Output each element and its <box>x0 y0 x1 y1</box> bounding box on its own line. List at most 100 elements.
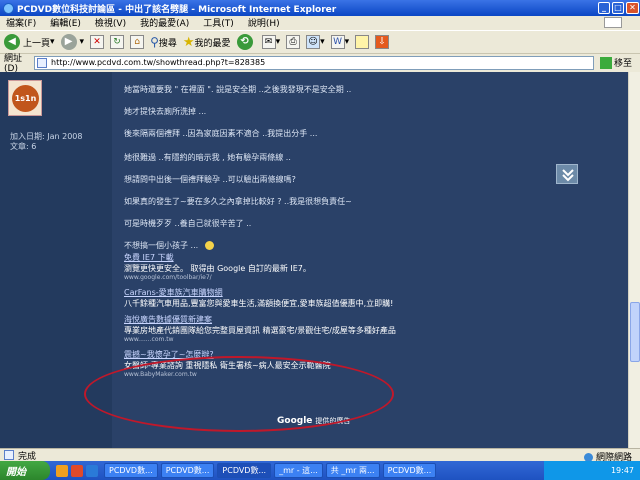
ie-logo-icon <box>3 2 14 14</box>
user-info-pane: 1s1n 加入日期: Jan 2008 文章: 6 <box>0 72 112 448</box>
search-icon: ⚲ <box>150 35 159 49</box>
toolbar-extension-icon: ⇩ <box>375 35 390 49</box>
post-line: 如果真的發生了~要在多久之內拿掉比較好 ? ..我是很想負責任~ <box>124 197 352 206</box>
messenger-icon: ☺ <box>306 35 321 49</box>
address-input[interactable]: http://www.pcdvd.com.tw/showthread.php?t… <box>34 55 594 70</box>
ad-headline-link[interactable]: CarFans-愛車族汽車購物網 <box>124 287 424 298</box>
toolbar: ◀ 上一頁 ▾ ▶ ▾ ✕ ↻ ⌂ ⚲ 搜尋 ★ 我的最愛 ⟲ ✉ ▾ ⎙ ☺ … <box>0 30 640 54</box>
tool-button[interactable]: ⇩ <box>375 35 390 49</box>
join-date: 加入日期: Jan 2008 <box>10 132 83 141</box>
taskbar-item[interactable]: PCDVD數... <box>160 463 215 478</box>
ad-url[interactable]: www.google.com/toolbar/ie7/ <box>124 274 424 282</box>
messenger-button[interactable]: ☺ ▾ <box>306 35 325 49</box>
menu-view[interactable]: 檢視(V) <box>95 16 126 29</box>
ad-item: 震撼~我懷孕了~怎麼辦? 女醫師-專業諮詢 重視隱私 衛生署核~病人最安全示範醫… <box>124 349 424 379</box>
scrollbar-thumb[interactable] <box>630 302 640 362</box>
ad-headline-link[interactable]: 免費 IE7 下載 <box>124 252 424 263</box>
menu-help[interactable]: 說明(H) <box>248 16 280 29</box>
post-line: 可是時機歹歹 ..養自己就很辛苦了 .. <box>124 219 252 228</box>
taskbar-item[interactable]: _mr - 這... <box>274 463 323 478</box>
page-icon <box>37 57 47 68</box>
double-chevron-down-icon <box>562 169 574 182</box>
print-button[interactable]: ⎙ <box>286 35 301 49</box>
vertical-scrollbar[interactable] <box>628 72 640 448</box>
clock[interactable]: 19:47 <box>611 466 634 475</box>
ad-footer[interactable]: Google 提供的廣告 <box>277 416 350 426</box>
avatar: 1s1n <box>8 80 42 116</box>
refresh-button[interactable]: ↻ <box>110 35 125 49</box>
ad-url[interactable]: www.......com.tw <box>124 336 424 344</box>
favorites-button[interactable]: ★ 我的最愛 <box>183 35 231 50</box>
post-pane: 她當時還要我 " 在裡面 ". 說是安全期 ..之後我發現不是安全期 .. 她才… <box>112 72 628 448</box>
home-icon: ⌂ <box>130 35 145 49</box>
star-icon: ★ <box>182 34 195 50</box>
ad-description: 專業房地產代銷團隊給您完整買屋資訊 精選豪宅/景觀住宅/成屋等多種好產品 <box>124 326 396 335</box>
user-info: 加入日期: Jan 2008 文章: 6 <box>10 132 82 152</box>
note-button[interactable] <box>355 35 370 49</box>
taskbar-item[interactable]: PCDVD數... <box>104 463 158 478</box>
menu-edit[interactable]: 編輯(E) <box>50 16 81 29</box>
home-button[interactable]: ⌂ <box>130 35 145 49</box>
maximize-button[interactable]: □ <box>612 2 624 14</box>
page-status-icon <box>4 450 14 460</box>
history-icon: ⟲ <box>236 34 253 50</box>
mail-button[interactable]: ✉ ▾ <box>261 35 280 49</box>
print-icon: ⎙ <box>286 35 301 49</box>
ad-item: 免費 IE7 下載 瀏覽更快更安全。 取得由 Google 自訂的最新 IE7。… <box>124 252 424 282</box>
taskbar-item[interactable]: PCDVD數... <box>382 463 437 478</box>
taskbar-item[interactable]: PCDVD數... <box>217 463 272 478</box>
refresh-icon: ↻ <box>110 35 125 49</box>
menu-file[interactable]: 檔案(F) <box>6 16 36 29</box>
menu-tools[interactable]: 工具(T) <box>203 16 234 29</box>
history-button[interactable]: ⟲ <box>236 34 256 50</box>
go-arrow-icon <box>600 56 612 69</box>
back-button[interactable]: ◀ 上一頁 ▾ <box>4 34 55 50</box>
title-bar: PCDVD數位科技討論區 - 中出了該名劈腿 - Microsoft Inter… <box>0 0 640 16</box>
post-line: 後來隔兩個禮拜 ..因為家庭因素不適合 ..我提出分手 ... <box>124 129 318 138</box>
window-title: PCDVD數位科技討論區 - 中出了該名劈腿 - Microsoft Inter… <box>17 4 337 15</box>
ad-headline-link[interactable]: 海悅廣告數據優質新建案 <box>124 314 424 325</box>
scroll-down-button[interactable] <box>556 164 578 184</box>
status-text: 完成 <box>18 451 37 462</box>
word-icon: W <box>330 35 345 49</box>
post-count: 文章: 6 <box>10 142 37 151</box>
post-line: 她當時還要我 " 在裡面 ". 說是安全期 ..之後我發現不是安全期 .. <box>124 85 352 94</box>
ad-description: 八千餘種汽車用品,豐富您與愛車生活,滿額換便宜,愛車族超值優惠中,立即購! <box>124 299 394 308</box>
menu-favorites[interactable]: 我的最愛(A) <box>140 16 189 29</box>
mail-icon: ✉ <box>261 35 276 49</box>
back-arrow-icon: ◀ <box>4 34 20 50</box>
ad-description: 瀏覽更快更安全。 取得由 Google 自訂的最新 IE7。 <box>124 264 311 273</box>
smiley-icon <box>204 241 214 250</box>
post-line: 她很難過 ..有隱約的暗示我 , 她有驗孕兩條線 .. <box>124 153 291 162</box>
post-line: 想請問中出後一個禮拜驗孕 ..可以驗出兩條線嗎? <box>124 175 296 184</box>
ad-headline-link[interactable]: 震撼~我懷孕了~怎麼辦? <box>124 349 424 360</box>
minimize-button[interactable]: _ <box>598 2 610 14</box>
forward-arrow-icon: ▶ <box>60 34 77 50</box>
go-button[interactable]: 移至 <box>600 56 632 69</box>
taskbar: 開始 PCDVD數... PCDVD數... PCDVD數... _mr - 這… <box>0 461 640 480</box>
ad-block: 免費 IE7 下載 瀏覽更快更安全。 取得由 Google 自訂的最新 IE7。… <box>124 252 424 384</box>
word-button[interactable]: W ▾ <box>330 35 349 49</box>
quick-launch-icon[interactable] <box>71 464 83 477</box>
ad-item: CarFans-愛車族汽車購物網 八千餘種汽車用品,豐富您與愛車生活,滿額換便宜… <box>124 287 424 309</box>
start-button[interactable]: 開始 <box>0 461 50 480</box>
ad-url[interactable]: www.BabyMaker.com.tw <box>124 371 424 379</box>
system-tray: 19:47 <box>544 461 640 480</box>
menu-bar: 檔案(F) 編輯(E) 檢視(V) 我的最愛(A) 工具(T) 說明(H) <box>0 16 640 29</box>
quick-launch <box>56 464 101 477</box>
note-icon <box>355 35 370 49</box>
stop-button[interactable]: ✕ <box>90 35 105 49</box>
address-bar: 網址(D) http://www.pcdvd.com.tw/showthread… <box>0 54 640 74</box>
post-line: 她才提快去廁所洗掉 ... <box>124 107 207 116</box>
stop-icon: ✕ <box>90 35 105 49</box>
post-line: 不想搞一個小孩子 ... <box>124 240 214 251</box>
search-button[interactable]: ⚲ 搜尋 <box>150 35 177 49</box>
quick-launch-icon[interactable] <box>56 464 68 477</box>
windows-flag-icon <box>604 17 622 28</box>
quick-launch-icon[interactable] <box>86 464 98 477</box>
page-content: 1s1n 加入日期: Jan 2008 文章: 6 她當時還要我 " 在裡面 "… <box>0 72 628 448</box>
status-bar: 完成 網際網路 <box>0 448 640 463</box>
close-button[interactable]: ✕ <box>626 2 639 14</box>
taskbar-item[interactable]: 共 _mr 兩... <box>325 463 380 478</box>
forward-button[interactable]: ▶ ▾ <box>60 34 84 50</box>
